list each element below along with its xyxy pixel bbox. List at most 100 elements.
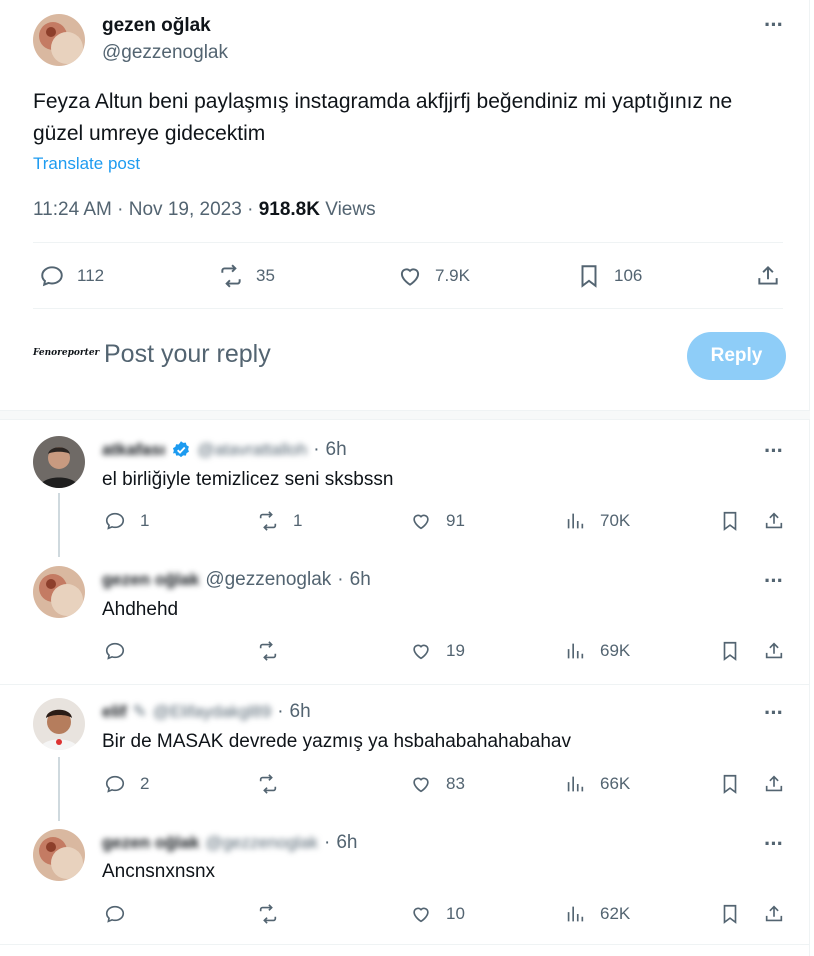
like-count: 91 (446, 511, 465, 530)
reply-reply-button[interactable] (104, 903, 140, 925)
reply-repost-button[interactable] (257, 903, 293, 925)
more-options-icon[interactable]: ··· (764, 14, 784, 36)
more-options-icon[interactable]: ··· (764, 570, 784, 592)
reply-bookmark-button[interactable] (719, 773, 741, 795)
views-label: Views (325, 199, 376, 220)
author-handle[interactable]: @gezzenoglak (102, 42, 228, 64)
reply-repost-button[interactable]: 1 (257, 510, 302, 532)
thread-line (58, 493, 60, 557)
reply-share-button[interactable] (763, 510, 785, 532)
reply-button[interactable]: 112 (39, 263, 104, 289)
bookmark-icon (723, 774, 737, 794)
more-options-icon[interactable]: ··· (764, 440, 784, 462)
bookmark-button[interactable]: 106 (576, 263, 642, 289)
author-display-name[interactable]: gezen oğlak (102, 15, 211, 37)
share-button[interactable] (755, 263, 781, 289)
like-count: 7.9K (435, 266, 470, 285)
bookmark-icon (581, 265, 597, 288)
post-time[interactable]: 11:24 AM (33, 199, 112, 220)
reply-display-name[interactable]: gezen oğlak (102, 570, 199, 590)
reply-time[interactable]: 6h (326, 439, 347, 461)
reply-share-button[interactable] (763, 903, 785, 925)
reply-text: Bir de MASAK devrede yazmış ya hsbahabah… (102, 731, 571, 752)
reply-bubble-icon (41, 266, 63, 287)
reply-views-button[interactable]: 69K (564, 640, 630, 662)
reply-bookmark-button[interactable] (719, 510, 741, 532)
reply-submit-button[interactable]: Reply (687, 332, 786, 380)
reply-bubble-icon (105, 642, 125, 660)
reply-like-button[interactable]: 19 (410, 640, 465, 662)
reply-share-button[interactable] (763, 773, 785, 795)
heart-icon (413, 644, 429, 660)
dot-separator: · (337, 569, 344, 590)
reply-header: gezen oğlak @gezzenoglak · 6h (102, 569, 371, 591)
reply-bookmark-button[interactable] (719, 903, 741, 925)
reply-repost-button[interactable] (257, 640, 293, 662)
post-date[interactable]: Nov 19, 2023 (129, 199, 242, 220)
reply-display-name[interactable]: gezen oğlak (102, 833, 199, 853)
views-bars-icon (567, 906, 584, 922)
reply-header: gezen oğlak @gezzenoglak · 6h (102, 832, 358, 854)
reply-time[interactable]: 6h (350, 569, 371, 591)
reply-reply-button[interactable] (104, 640, 140, 662)
reply-share-button[interactable] (763, 640, 785, 662)
views-bars-icon (567, 643, 584, 659)
heart-icon (413, 777, 429, 793)
repost-arrows-icon (221, 264, 241, 288)
reply-handle[interactable]: @atavrattalloh (197, 440, 307, 460)
heart-icon (400, 268, 420, 286)
views-count: 62K (600, 904, 631, 923)
reply-count: 112 (77, 266, 105, 285)
reply-header: elif ✎ @Elifaydakgl89 · 6h (102, 701, 311, 723)
divider (33, 308, 783, 309)
reply-handle[interactable]: @gezzenoglak (205, 833, 318, 853)
post-text: Feyza Altun beni paylaşmış instagramda a… (33, 90, 733, 145)
share-upload-icon (765, 512, 783, 529)
more-options-icon[interactable]: ··· (764, 702, 784, 724)
reply-avatar[interactable] (33, 566, 85, 618)
reply-handle[interactable]: @gezzenoglak (205, 569, 331, 591)
reply-views-button[interactable]: 62K (564, 903, 630, 925)
reply-views-button[interactable]: 66K (564, 773, 630, 795)
heart-icon (413, 907, 429, 923)
reply-text: Ancnsnxnsnx (102, 861, 216, 882)
like-count: 83 (446, 774, 465, 793)
share-upload-icon (765, 642, 783, 659)
reply-bookmark-button[interactable] (719, 640, 741, 662)
reply-repost-button[interactable] (257, 773, 293, 795)
reply-avatar[interactable] (33, 698, 85, 750)
translate-post-link[interactable]: Translate post (33, 154, 140, 174)
bookmark-icon (723, 904, 737, 924)
post-meta: 11:24 AM · Nov 19, 2023 · 918.8K Views (33, 199, 376, 221)
repost-arrows-icon (259, 774, 277, 794)
repost-button[interactable]: 35 (218, 263, 275, 289)
repost-arrows-icon (259, 511, 277, 531)
like-button[interactable]: 7.9K (397, 263, 470, 289)
reply-bubble-icon (105, 905, 125, 923)
more-options-icon[interactable]: ··· (764, 833, 784, 855)
reply-reply-button[interactable]: 1 (104, 510, 149, 532)
dot-separator: · (324, 832, 331, 853)
repost-count: 35 (256, 266, 275, 285)
reply-handle[interactable]: @Elifaydakgl89 (153, 702, 271, 722)
author-avatar[interactable] (33, 14, 85, 66)
reply-time[interactable]: 6h (290, 701, 311, 723)
reply-input[interactable]: Post your reply (104, 340, 271, 369)
reply-views-button[interactable]: 70K (564, 510, 630, 532)
repost-count: 1 (293, 511, 303, 530)
reply-display-name[interactable]: atkafası (102, 440, 165, 460)
reply-display-name[interactable]: elif (102, 702, 127, 722)
reply-avatar[interactable] (33, 829, 85, 881)
reply-time[interactable]: 6h (336, 832, 357, 854)
reply-bubble-icon (105, 775, 125, 793)
views-bars-icon (567, 513, 584, 529)
views-count: 918.8K (258, 199, 320, 220)
reply-like-button[interactable]: 91 (410, 510, 465, 532)
post-detail-page: gezen oğlak @gezzenoglak ··· Feyza Altun… (0, 0, 810, 956)
reply-like-button[interactable]: 83 (410, 773, 465, 795)
reply-like-button[interactable]: 10 (410, 903, 465, 925)
reply-reply-button[interactable]: 2 (104, 773, 149, 795)
reply-avatar[interactable] (33, 436, 85, 488)
repost-arrows-icon (259, 904, 277, 924)
views-bars-icon (567, 776, 584, 792)
